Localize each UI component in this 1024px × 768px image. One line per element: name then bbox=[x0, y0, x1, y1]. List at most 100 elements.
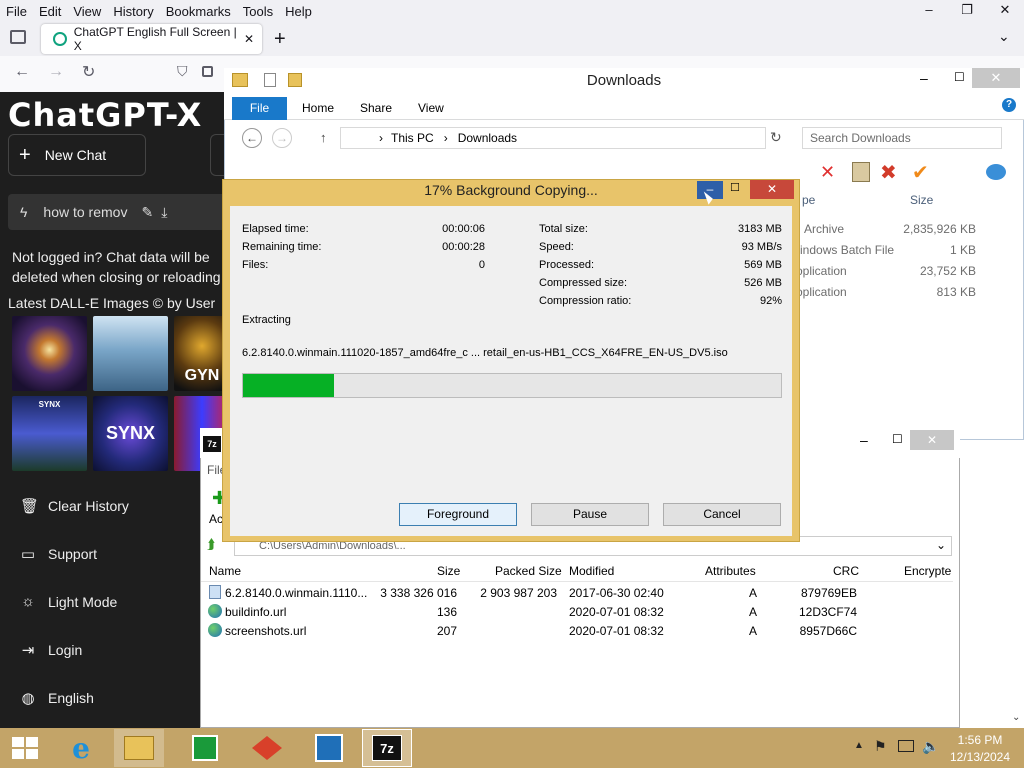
pause-button[interactable]: Pause bbox=[531, 503, 649, 526]
path-dropdown-icon[interactable]: ⌄ bbox=[936, 538, 946, 552]
col-crc[interactable]: CRC bbox=[833, 564, 859, 578]
volume-icon[interactable]: 🔈 bbox=[922, 738, 939, 755]
col-size[interactable]: Size bbox=[437, 564, 460, 578]
taskbar-explorer[interactable] bbox=[114, 729, 164, 767]
forward-icon[interactable]: → bbox=[48, 63, 64, 81]
url-globe-icon bbox=[208, 623, 222, 637]
minimize-button[interactable]: – bbox=[910, 0, 948, 22]
address-bar[interactable]: › This PC › Downloads bbox=[340, 127, 766, 149]
dalle-thumbnail[interactable] bbox=[93, 316, 168, 391]
ribbon-tab-home[interactable]: Home bbox=[302, 101, 334, 115]
table-row[interactable]: screenshots.url 207 2020-07-01 08:32 A 8… bbox=[201, 622, 953, 641]
up-icon[interactable]: ↑ bbox=[320, 130, 327, 145]
new-chat-button[interactable]: + New Chat bbox=[8, 134, 146, 176]
delete-icon[interactable]: ✕ bbox=[820, 162, 835, 183]
cross-icon[interactable]: ✖ bbox=[880, 160, 897, 185]
taskbar-app[interactable] bbox=[242, 729, 292, 767]
taskbar-7zip[interactable]: 7z bbox=[362, 729, 412, 767]
login-item[interactable]: ⇥ Login bbox=[20, 641, 83, 659]
edit-icon[interactable]: ✎ bbox=[141, 204, 153, 221]
check-icon[interactable]: ✔ bbox=[912, 160, 929, 185]
7zip-minimize-button[interactable]: – bbox=[860, 432, 868, 448]
col-modified[interactable]: Modified bbox=[569, 564, 614, 578]
menu-edit[interactable]: Edit bbox=[33, 4, 67, 19]
add-label[interactable]: Ac bbox=[209, 512, 223, 526]
menu-file[interactable]: File bbox=[0, 4, 33, 19]
tab-title: ChatGPT English Full Screen | X bbox=[73, 25, 237, 53]
restore-button[interactable]: ❐ bbox=[948, 0, 986, 22]
lock-icon[interactable] bbox=[202, 66, 213, 77]
stat-value: 00:00:28 bbox=[442, 241, 485, 253]
explorer-maximize-button[interactable]: ☐ bbox=[954, 70, 965, 84]
taskbar-ie[interactable]: e bbox=[56, 729, 106, 767]
7zip-maximize-button[interactable]: ☐ bbox=[892, 432, 903, 446]
new-tab-icon[interactable]: + bbox=[274, 28, 286, 51]
taskbar-store[interactable] bbox=[180, 729, 230, 767]
cell-size: 3 338 326 016 bbox=[380, 586, 457, 600]
foreground-button[interactable]: Foreground bbox=[399, 503, 517, 526]
explorer-back-icon[interactable]: ← bbox=[242, 128, 262, 148]
menu-view[interactable]: View bbox=[67, 4, 107, 19]
dialog-maximize-button[interactable]: ☐ bbox=[730, 181, 740, 194]
7zip-app-icon: 7z bbox=[203, 436, 221, 452]
history-item[interactable]: ϟ how to remov ✎ ⤓ bbox=[8, 194, 228, 230]
close-button[interactable]: ✕ bbox=[986, 0, 1024, 22]
explorer-search-input[interactable]: Search Downloads bbox=[802, 127, 1002, 149]
tab-overview-icon[interactable] bbox=[10, 30, 26, 44]
7zip-close-button[interactable]: ✕ bbox=[910, 430, 954, 450]
paste-icon[interactable] bbox=[852, 162, 870, 182]
support-label: Support bbox=[48, 546, 98, 562]
breadcrumb-downloads[interactable]: Downloads bbox=[458, 131, 517, 145]
menu-bookmarks[interactable]: Bookmarks bbox=[160, 4, 237, 19]
menu-history[interactable]: History bbox=[107, 4, 159, 19]
dalle-thumbnail[interactable]: SYNX bbox=[12, 396, 87, 471]
light-mode-item[interactable]: ☼ Light Mode bbox=[20, 593, 117, 610]
clear-history-item[interactable]: 🗑 Clear History bbox=[20, 497, 129, 515]
table-row[interactable]: buildinfo.url 136 2020-07-01 08:32 A 12D… bbox=[201, 603, 953, 622]
menu-tools[interactable]: Tools bbox=[237, 4, 279, 19]
dalle-thumbnail[interactable]: SYNX bbox=[93, 396, 168, 471]
ribbon-tab-file[interactable]: File bbox=[232, 97, 287, 120]
breadcrumb-this-pc[interactable]: This PC bbox=[391, 131, 434, 145]
col-packed-size[interactable]: Packed Size bbox=[495, 564, 562, 578]
cell-modified: 2020-07-01 08:32 bbox=[569, 624, 664, 638]
back-icon[interactable]: ← bbox=[14, 63, 30, 81]
col-attributes[interactable]: Attributes bbox=[705, 564, 756, 578]
browser-tab[interactable]: ChatGPT English Full Screen | X ✕ bbox=[41, 24, 262, 54]
breadcrumb-sep-icon: › bbox=[379, 131, 383, 145]
shield-icon[interactable]: ⛉ bbox=[177, 63, 188, 80]
download-icon[interactable]: ⤓ bbox=[161, 204, 167, 221]
table-row[interactable]: 6.2.8140.0.winmain.1110... 3 338 326 016… bbox=[201, 584, 953, 603]
globe-icon[interactable] bbox=[986, 164, 1006, 180]
ribbon-tab-view[interactable]: View bbox=[418, 101, 444, 115]
explorer-minimize-button[interactable]: – bbox=[920, 70, 928, 86]
cancel-button[interactable]: Cancel bbox=[663, 503, 781, 526]
tab-list-chevron-icon[interactable]: ⌄ bbox=[998, 28, 1010, 45]
start-button[interactable] bbox=[0, 729, 50, 767]
cell-name: screenshots.url bbox=[225, 624, 307, 638]
ribbon-tab-share[interactable]: Share bbox=[360, 101, 392, 115]
col-encrypted[interactable]: Encrypte bbox=[904, 564, 951, 578]
reload-icon[interactable]: ↻ bbox=[82, 62, 95, 82]
network-icon[interactable] bbox=[898, 740, 914, 752]
refresh-icon[interactable]: ↻ bbox=[770, 129, 782, 146]
dalle-thumbnail[interactable] bbox=[12, 316, 87, 391]
clock-date[interactable]: 12/13/2024 bbox=[948, 750, 1012, 764]
support-item[interactable]: ▭ Support bbox=[20, 545, 97, 563]
col-name[interactable]: Name bbox=[209, 564, 241, 578]
explorer-forward-icon[interactable]: → bbox=[272, 128, 292, 148]
flag-icon[interactable]: ⚑ bbox=[874, 738, 887, 755]
language-item[interactable]: ◍ English bbox=[20, 689, 93, 707]
menu-help[interactable]: Help bbox=[279, 4, 318, 19]
taskbar-app[interactable] bbox=[304, 729, 354, 767]
col-size-header[interactable]: Size bbox=[910, 193, 933, 207]
help-icon[interactable]: ? bbox=[1002, 98, 1016, 112]
scroll-down-icon[interactable]: ⌄ bbox=[1012, 712, 1020, 723]
explorer-close-button[interactable]: ✕ bbox=[972, 68, 1020, 88]
col-type-header[interactable]: pe bbox=[802, 193, 815, 207]
clock-time[interactable]: 1:56 PM bbox=[948, 733, 1012, 747]
tray-chevron-icon[interactable]: ▲ bbox=[854, 740, 864, 751]
dialog-close-button[interactable]: ✕ bbox=[750, 180, 794, 199]
tab-close-icon[interactable]: ✕ bbox=[244, 32, 254, 46]
up-folder-icon[interactable]: ⮭ bbox=[207, 536, 215, 553]
